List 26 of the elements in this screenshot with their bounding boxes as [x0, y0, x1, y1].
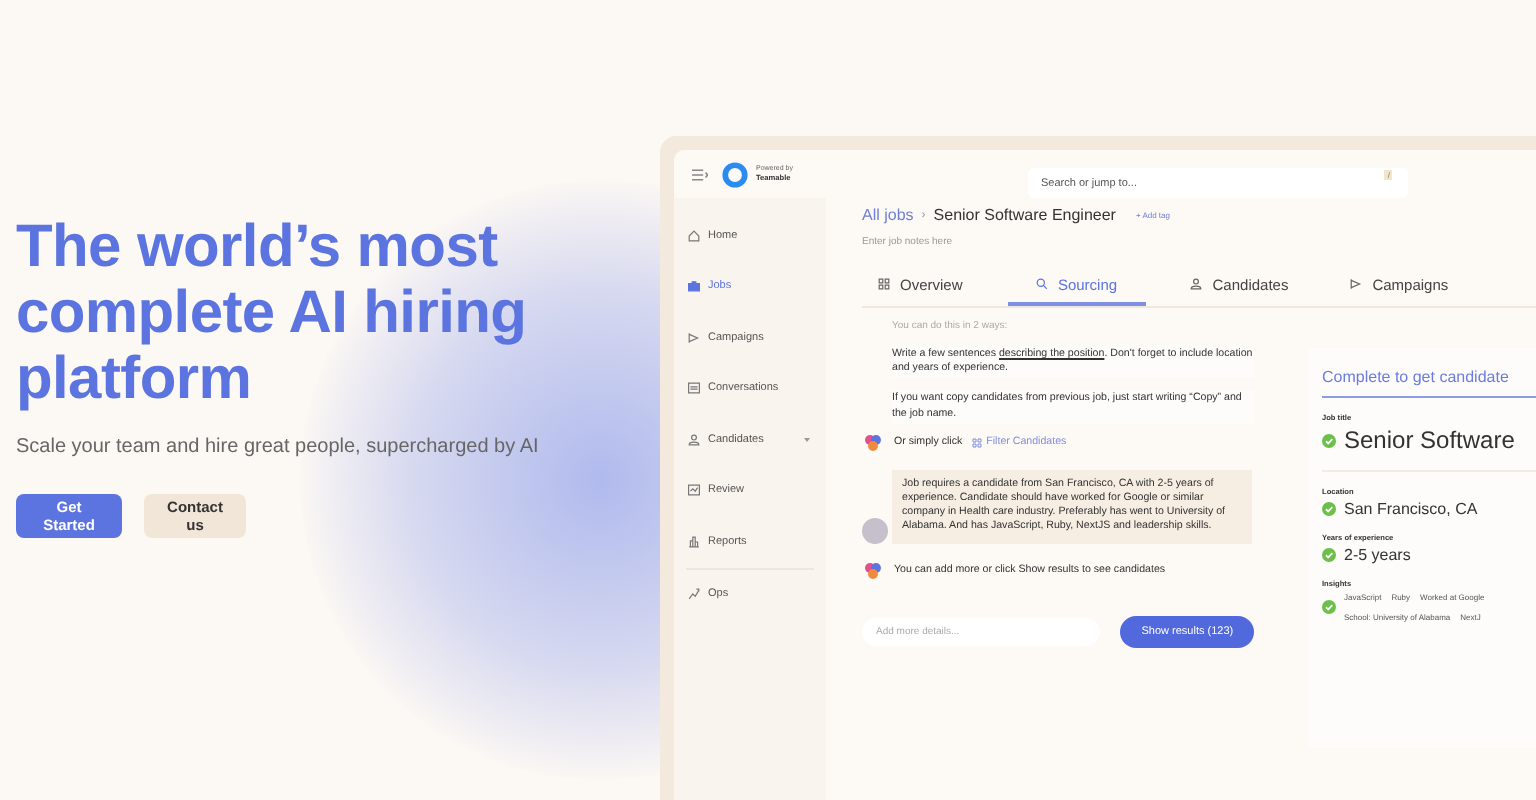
assistant-avatar-icon — [864, 433, 882, 452]
review-icon — [688, 484, 700, 497]
filter-icon — [972, 437, 983, 448]
search-icon — [1035, 278, 1048, 290]
summary-title: Complete to get candidate — [1322, 368, 1536, 398]
field-value: San Francisco, CA — [1344, 500, 1478, 518]
person-icon — [688, 433, 700, 446]
grid-icon — [878, 278, 890, 290]
breadcrumb-link[interactable]: All jobs — [862, 206, 914, 224]
field-value: Senior Software — [1344, 426, 1515, 454]
hero-subtitle: Scale your team and hire great people, supercharged by AI — [16, 436, 541, 458]
field-value: 2-5 years — [1344, 546, 1411, 564]
briefcase-icon — [688, 280, 700, 293]
trend-icon — [688, 588, 700, 601]
bar-chart-icon — [688, 535, 700, 548]
logo-icon — [722, 161, 748, 187]
home-icon — [688, 229, 700, 242]
menu-icon[interactable] — [692, 167, 708, 181]
flag-icon — [688, 331, 700, 344]
person-icon — [1190, 278, 1203, 290]
assistant-avatar-icon — [864, 561, 882, 580]
hero-headline: The world’s most complete AI hiring platform — [16, 214, 529, 412]
flag-icon — [1350, 278, 1363, 290]
chat-icon — [688, 382, 700, 395]
user-avatar — [862, 517, 888, 544]
job-title: Senior Software Engineer — [933, 206, 1116, 224]
